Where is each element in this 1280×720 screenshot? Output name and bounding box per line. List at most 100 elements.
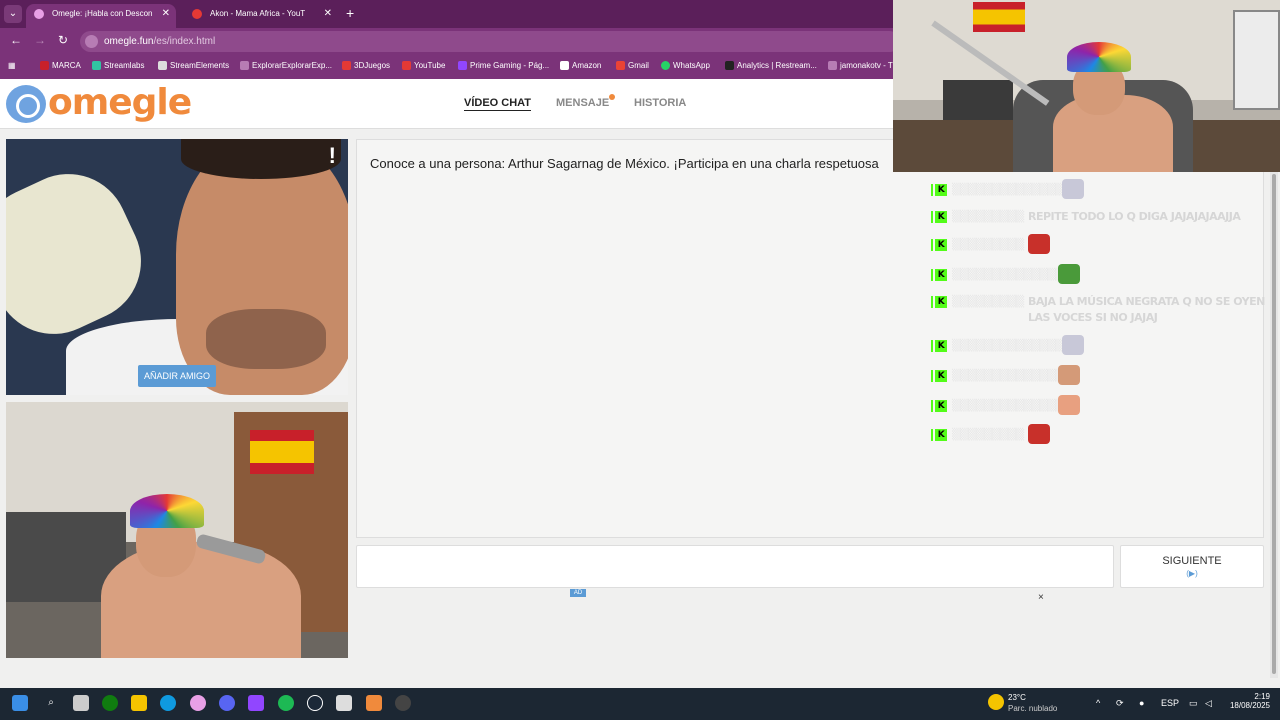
scrollbar-thumb[interactable] — [1272, 174, 1276, 674]
omegle-logo-text[interactable]: omegle — [48, 82, 192, 123]
chat-message: BAJA LA MÚSICA NEGRATA Q NO SE OYEN LAS … — [1028, 295, 1265, 324]
clock[interactable]: 2:19 18/08/2025 — [1224, 692, 1270, 710]
streamelements-icon — [158, 61, 167, 70]
bookmark-page-icon — [240, 61, 249, 70]
capcut-icon[interactable] — [336, 695, 352, 711]
message-input[interactable] — [356, 545, 1114, 588]
bookmark-gmail[interactable]: Gmail — [616, 61, 649, 70]
clock-date: 18/08/2025 — [1229, 701, 1270, 710]
self-video — [6, 402, 348, 658]
bookmark-prime-gaming[interactable]: Prime Gaming - Pág... — [458, 61, 549, 70]
bookmark-marca[interactable]: MARCA — [40, 61, 81, 70]
kick-badge-icon: K — [935, 184, 947, 196]
chat-bar — [931, 211, 933, 223]
close-tab-icon[interactable]: ✕ — [324, 4, 332, 24]
next-button[interactable]: SIGUIENTE (▶) — [1120, 545, 1264, 588]
tab-omegle[interactable]: Omegle: ¡Habla con Descon ✕ — [26, 4, 176, 28]
fl-studio-icon[interactable] — [366, 695, 382, 711]
youtube-icon — [402, 61, 411, 70]
chat-username: ▒▒▒▒▒▒▒▒▒ — [952, 428, 1024, 441]
back-arrow-icon[interactable]: ← — [10, 33, 22, 47]
report-button[interactable]: ! — [329, 143, 336, 169]
bookmark-analytics[interactable]: Analytics | Restream... — [725, 61, 817, 70]
emote-icon — [1028, 234, 1050, 254]
stranger-beard — [206, 309, 326, 369]
emote-icon — [1028, 424, 1050, 444]
whatsapp-icon — [661, 61, 670, 70]
streamer-webcam-overlay — [893, 0, 1280, 172]
search-icon[interactable]: ⌕ — [43, 695, 59, 711]
kick-badge-icon: K — [935, 429, 947, 441]
windows-taskbar: ⌕ 23°C Parc. nublado ^ ⟳ ● ESP ▭ ◁ 2:19 … — [0, 688, 1280, 720]
file-explorer-icon[interactable] — [131, 695, 147, 711]
gmail-icon — [616, 61, 625, 70]
tray-overflow-icon[interactable]: ^ — [1096, 698, 1100, 708]
omegle-logo-icon[interactable] — [6, 85, 46, 123]
task-view-icon[interactable] — [73, 695, 89, 711]
add-friend-button[interactable]: AÑADIR AMIGO — [138, 365, 216, 387]
url-field[interactable]: omegle.fun/es/index.html — [80, 31, 900, 52]
bookmark-streamelements[interactable]: StreamElements — [158, 61, 229, 70]
chat-bar — [931, 429, 933, 441]
rainbow-hat — [130, 494, 204, 528]
steam-icon[interactable] — [307, 695, 323, 711]
kick-badge-icon: K — [935, 269, 947, 281]
tab-youtube[interactable]: Akon - Mama Africa - YouT ✕ — [184, 4, 338, 28]
emote-icon — [1058, 395, 1080, 415]
twitch-icon[interactable] — [248, 695, 264, 711]
chat-bar — [931, 184, 933, 196]
close-tab-icon[interactable]: ✕ — [162, 4, 170, 24]
spain-flag — [973, 2, 1025, 32]
chat-username: ▒▒▒▒▒▒▒▒▒▒▒▒▒▒ — [952, 369, 1064, 382]
emote-icon — [1058, 365, 1080, 385]
bookmark-page-icon — [828, 61, 837, 70]
chat-bar — [931, 400, 933, 412]
apps-grid-icon[interactable]: ▦ — [8, 61, 16, 70]
chat-username: ▒▒▒▒▒▒▒▒▒ — [952, 210, 1024, 223]
obs-icon[interactable] — [395, 695, 411, 711]
chat-username: ▒▒▒▒▒▒▒▒▒ — [952, 238, 1024, 251]
chrome-icon[interactable] — [190, 695, 206, 711]
site-info-icon[interactable] — [85, 35, 98, 48]
windows-start-icon[interactable] — [12, 695, 28, 711]
bookmark-3djuegos[interactable]: 3DJuegos — [342, 61, 390, 70]
bookmark-jamonakotv[interactable]: jamonakotv - T — [828, 61, 893, 70]
omegle-favicon-icon — [34, 9, 44, 19]
3djuegos-icon — [342, 61, 351, 70]
bookmark-youtube[interactable]: YouTube — [402, 61, 445, 70]
nav-mensaje[interactable]: MENSAJE — [556, 94, 616, 109]
spotify-icon[interactable] — [278, 695, 294, 711]
microphone-icon[interactable]: ● — [1139, 698, 1144, 708]
bookmark-explorar[interactable]: ExplorarExplorarExp... — [240, 61, 332, 70]
discord-icon[interactable] — [219, 695, 235, 711]
weather-desc: Parc. nublado — [1008, 704, 1058, 713]
xbox-icon[interactable] — [102, 695, 118, 711]
edge-icon[interactable] — [160, 695, 176, 711]
chat-bar — [931, 239, 933, 251]
chat-username: ▒▒▒▒▒▒▒▒▒▒▒▒▒▒ — [952, 339, 1064, 352]
nav-historia[interactable]: HISTORIA — [634, 97, 686, 109]
next-button-hint: (▶) — [1186, 569, 1198, 578]
url-path: /es/index.html — [153, 36, 216, 47]
network-icon[interactable]: ▭ — [1189, 698, 1198, 709]
tab-search-button[interactable]: ⌄ — [4, 5, 22, 23]
language-indicator[interactable]: ESP — [1161, 698, 1179, 708]
emote-icon — [1062, 179, 1084, 199]
weather-temp: 23°C — [1008, 693, 1026, 702]
chat-bar — [931, 269, 933, 281]
chat-bar — [931, 370, 933, 382]
restream-icon — [725, 61, 734, 70]
bookmark-amazon[interactable]: Amazon — [560, 61, 601, 70]
sync-icon[interactable]: ⟳ — [1116, 698, 1124, 709]
bookmark-whatsapp[interactable]: WhatsApp — [661, 61, 710, 70]
tab-title: Omegle: ¡Habla con Descon — [52, 9, 153, 18]
ad-close-icon[interactable]: × — [1038, 592, 1044, 603]
new-tab-button[interactable]: + — [346, 5, 354, 21]
reload-icon[interactable]: ↻ — [58, 33, 68, 47]
page-scrollbar[interactable] — [1270, 172, 1278, 678]
bookmark-streamlabs[interactable]: Streamlabs — [92, 61, 144, 70]
volume-icon[interactable]: ◁ — [1205, 698, 1212, 709]
forward-arrow-icon[interactable]: → — [34, 33, 46, 47]
spain-flag — [250, 430, 314, 474]
nav-video-chat[interactable]: VÍDEO CHAT — [464, 97, 532, 111]
